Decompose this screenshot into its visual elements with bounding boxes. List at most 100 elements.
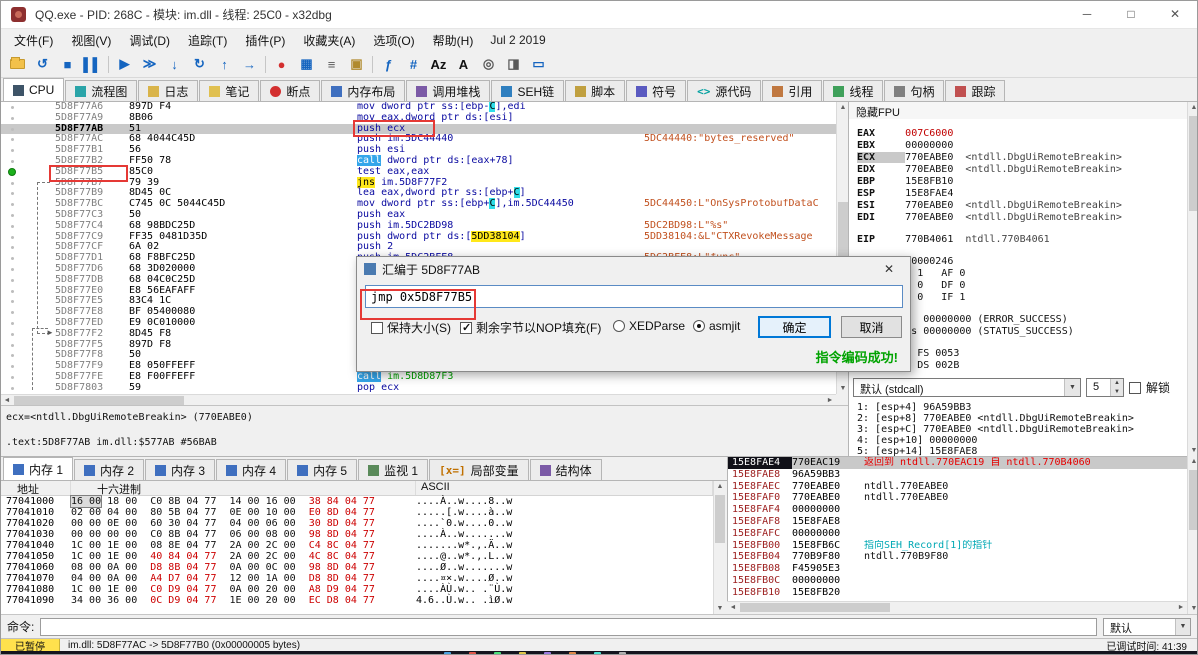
xedparse-radio[interactable] [613,320,625,332]
stack-row[interactable]: 15E8FAE8 96A59BB3 [728,469,1187,481]
scroll-down-arrow[interactable]: ▼ [1188,603,1197,614]
restart-button[interactable]: ↺ [30,53,55,76]
scroll-down-arrow[interactable]: ▼ [714,603,726,614]
register-line[interactable]: EDX 770EABE0 <ntdll.DbgUiRemoteBreakin> [849,164,1187,176]
disasm-row[interactable]: 5D8F77A9 8B06 mov eax,dword ptr ds:[esi] [1,112,836,124]
stack-row[interactable]: 15E8FAEC 770EABE0 ntdll.770EABE0 [728,481,1187,493]
registers-vscroll-thumb[interactable] [1189,116,1197,211]
menu-plugins[interactable]: 插件(P) [236,29,294,52]
stack-row[interactable]: 15E8FB04 770B9F80 ntdll.770B9F80 [728,551,1187,563]
cancel-button[interactable]: 取消 [841,316,902,338]
stepper-up-icon[interactable]: ▲ [1111,379,1123,388]
keep-size-checkbox[interactable] [371,321,383,334]
terminal-button[interactable]: ▭ [526,53,551,76]
tab-dump-2[interactable]: 内存 2 [74,459,145,480]
stack-row[interactable]: 15E8FAF0 770EABE0 ntdll.770EABE0 [728,492,1187,504]
keep-size-option[interactable]: 保持大小(S) [371,319,451,336]
stack-row[interactable]: 15E8FB00 15E8FB6C 指向SEH_Record[1]的指针 [728,540,1187,552]
stack-row[interactable]: 15E8FAE4 770EAC19 返回到 ntdll.770EAC19 自 ntd… [728,457,1187,469]
dump-row[interactable]: 77041000 16 00 18 00 C0 8B 04 77 14 00 16 0… [1,495,713,508]
scroll-up-arrow[interactable]: ▲ [714,481,726,492]
dump-row[interactable]: 77041070 04 00 0A 00 A4 D7 04 77 12 00 1A 0… [1,573,713,584]
dump-row[interactable]: 77041090 34 00 36 00 0C D9 04 77 1E 00 20 0… [1,595,713,606]
call-stack-button[interactable]: ≡ [319,53,344,76]
tab-dump-5[interactable]: 内存 5 [287,459,358,480]
dump-row[interactable]: 77041030 00 00 00 00 C0 8B 04 77 06 00 08 0… [1,529,713,540]
tab-symbols[interactable]: 符号 [626,80,687,101]
register-line[interactable]: EBP 15E8FB10 [849,176,1187,188]
scroll-right-arrow[interactable]: ► [1175,602,1187,613]
disasm-hscroll-thumb[interactable] [14,396,184,405]
tab-source-code[interactable]: <> 源代码 [687,80,762,101]
xedparse-option[interactable]: XEDParse [613,319,685,333]
dump-vscroll-thumb[interactable] [715,495,725,543]
register-line[interactable]: ESP 15E8FAE4 [849,188,1187,200]
tab-dump-1[interactable]: 内存 1 [3,457,74,480]
hide-fpu-button[interactable]: 隐藏FPU [849,102,1187,119]
tab-script[interactable]: 脚本 [565,80,626,101]
dump-row[interactable]: 77041060 08 00 0A 00 D8 8B 04 77 0A 00 0C 0… [1,562,713,573]
functions-button[interactable]: ƒ [376,53,401,76]
tab-memory-map[interactable]: 内存布局 [321,80,406,101]
command-profile-select[interactable]: 默认 ▼ [1103,617,1191,636]
stack-vscrollbar[interactable]: ▲ ▼ [1187,456,1197,614]
open-file-button[interactable] [5,53,30,76]
stack-row[interactable]: 15E8FAF8 15E8FAE8 [728,516,1187,528]
stack-row[interactable]: 15E8FB10 15E8FB20 [728,587,1187,599]
stack-vscroll-thumb[interactable] [1189,470,1197,530]
breakpoints-button[interactable]: ● [269,53,294,76]
tab-trace[interactable]: 跟踪 [945,80,1006,101]
scroll-left-arrow[interactable]: ◄ [727,602,739,613]
tab-seh-chain[interactable]: SEH链 [491,80,565,101]
registers-vscrollbar[interactable]: ▲ ▼ [1187,102,1197,456]
tab-breakpoints[interactable]: 断点 [260,80,321,101]
disasm-row[interactable]: 5D8F77BC C745 0C 5044C45D mov dword ptr ss… [1,198,836,210]
menu-favourites[interactable]: 收藏夹(A) [294,29,364,52]
stepper-down-icon[interactable]: ▼ [1111,388,1123,397]
dump-row[interactable]: 77041010 02 00 04 00 80 5B 04 77 0E 00 10 0… [1,507,713,518]
maximize-button[interactable]: □ [1109,1,1153,28]
calling-convention-select[interactable]: 默认 (stdcall) ▼ [853,378,1081,397]
command-input[interactable] [40,617,1097,636]
dialog-title-bar[interactable]: 汇编于 5D8F77AB ✕ [357,257,910,281]
settings-button[interactable]: ◨ [501,53,526,76]
scroll-up-arrow[interactable]: ▲ [1188,456,1197,467]
register-line[interactable]: ESI 770EABE0 <ntdll.DbgUiRemoteBreakin> [849,200,1187,212]
register-line[interactable]: EBX 00000000 [849,140,1187,152]
tab-notes[interactable]: 笔记 [199,80,260,101]
memory-map-button[interactable]: ▦ [294,53,319,76]
scroll-up-arrow[interactable]: ▲ [1188,102,1197,113]
tab-references[interactable]: 引用 [762,80,823,101]
tab-cpu[interactable]: CPU [3,78,65,101]
disasm-row[interactable]: 5D8F7803 59 pop ecx [1,382,836,394]
menu-options[interactable]: 选项(O) [364,29,423,52]
menu-view[interactable]: 视图(V) [62,29,120,52]
menu-trace[interactable]: 追踪(T) [179,29,236,52]
tab-call-stack[interactable]: 调用堆栈 [406,80,491,101]
minimize-button[interactable]: ─ [1065,1,1109,28]
stack-row[interactable]: 15E8FAFC 00000000 [728,528,1187,540]
chevron-down-icon[interactable]: ▼ [1064,379,1080,396]
nop-fill-option[interactable]: 剩余字节以NOP填充(F) [460,319,601,336]
animate-button[interactable]: ≫ [137,53,162,76]
disasm-row[interactable]: 5D8F77AC 68 4044C45D push im.5DC44440 5DC44… [1,133,836,145]
tab-threads[interactable]: 线程 [823,80,884,101]
hash-button[interactable]: # [401,53,426,76]
tab-locals[interactable]: [x=] 局部变量 [429,459,529,480]
stop-button[interactable]: ■ [55,53,80,76]
tab-dump-3[interactable]: 内存 3 [145,459,216,480]
notes-button[interactable]: ▣ [344,53,369,76]
step-into-button[interactable]: ↓ [162,53,187,76]
tab-struct[interactable]: 结构体 [529,459,602,480]
step-out-button[interactable]: ↑ [212,53,237,76]
menu-debug[interactable]: 调试(D) [120,29,179,52]
stack-hscrollbar[interactable]: ◄ ► [727,601,1187,614]
stack-row[interactable]: 15E8FAF4 00000000 [728,504,1187,516]
unlock-checkbox[interactable] [1129,381,1141,394]
menu-help[interactable]: 帮助(H) [424,29,483,52]
strings-button[interactable]: Az [426,53,451,76]
chevron-down-icon[interactable]: ▼ [1175,618,1190,635]
stack-row[interactable]: 15E8FB0C 00000000 [728,575,1187,587]
tab-watch-1[interactable]: 监视 1 [358,459,429,480]
disasm-row[interactable]: 5D8F77C9 FF35 0481D35D push dword ptr ds:[… [1,230,836,243]
